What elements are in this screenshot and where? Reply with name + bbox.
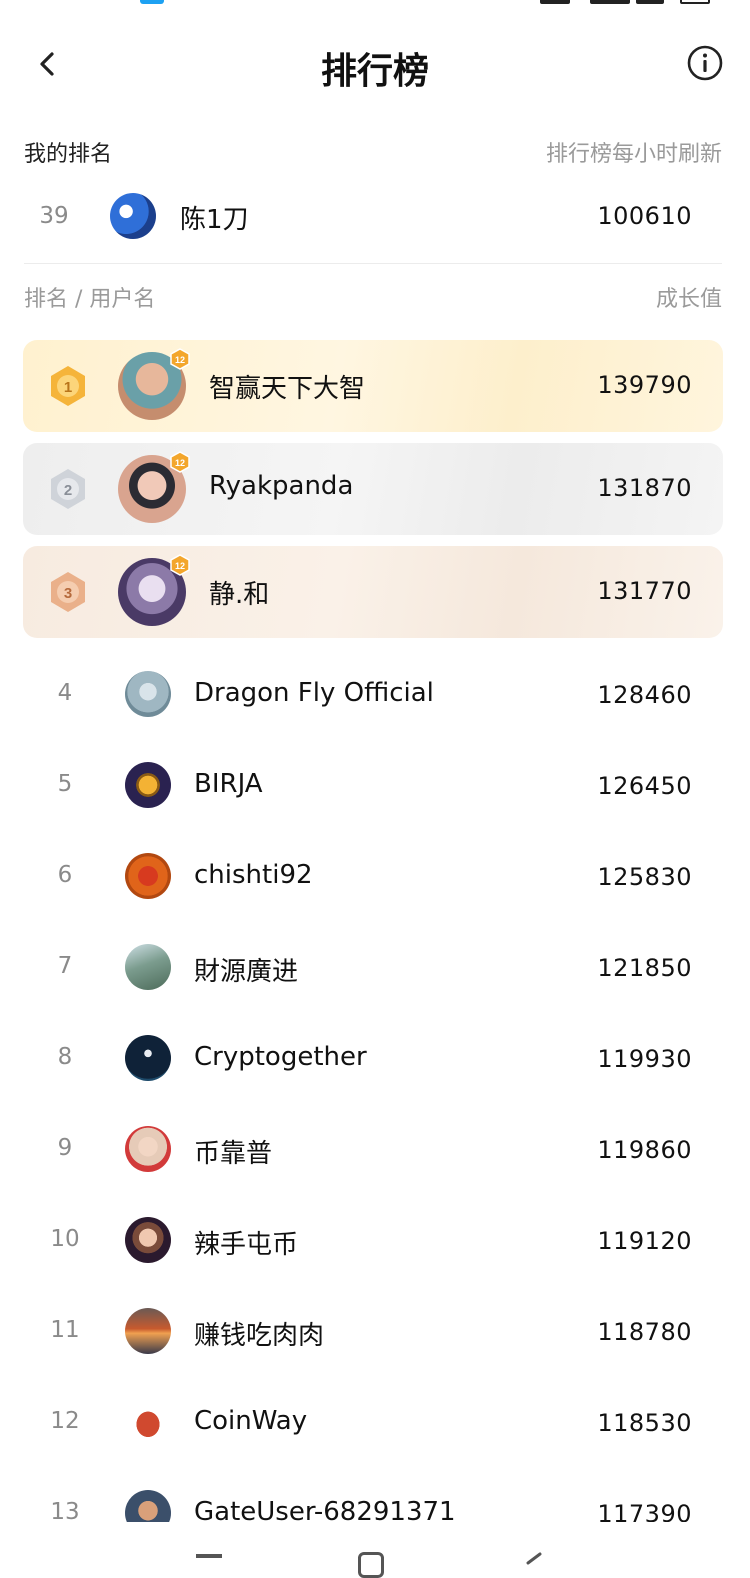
leaderboard-top-card-2[interactable]: 2 12 Ryakpanda 131870 xyxy=(23,443,723,535)
rank-number: 5 xyxy=(57,771,73,797)
user-name: 币靠普 xyxy=(194,1139,273,1169)
level-badge-icon: 12 xyxy=(170,451,190,473)
growth-score: 131870 xyxy=(597,474,692,502)
user-name: Ryakpanda xyxy=(209,471,354,501)
menu-nav-icon[interactable] xyxy=(196,1554,222,1558)
user-name: 赚钱吃肉肉 xyxy=(194,1321,325,1351)
avatar xyxy=(125,1399,171,1445)
avatar xyxy=(125,1126,171,1172)
avatar xyxy=(125,1490,171,1522)
leaderboard-row[interactable]: 9 币靠普 119860 xyxy=(0,1103,750,1194)
rank-number: 7 xyxy=(57,953,73,979)
signal-battery-icons xyxy=(540,0,710,4)
growth-score: 118530 xyxy=(597,1409,692,1437)
home-nav-icon[interactable] xyxy=(358,1552,384,1578)
rank-number: 10 xyxy=(50,1226,80,1252)
my-rank-row[interactable]: 39 陈1刀 100610 xyxy=(0,185,750,249)
medal-number: 3 xyxy=(64,585,72,602)
leaderboard-row[interactable]: 12 CoinWay 118530 xyxy=(0,1376,750,1467)
bronze-medal-icon: 3 xyxy=(51,572,85,612)
avatar xyxy=(125,762,171,808)
level-number: 12 xyxy=(175,458,185,468)
leaderboard-top-card-3[interactable]: 3 12 静.和 131770 xyxy=(23,546,723,638)
info-circle-icon xyxy=(687,45,723,81)
level-badge-icon: 12 xyxy=(170,554,190,576)
growth-score: 119120 xyxy=(597,1227,692,1255)
user-name: 陈1刀 xyxy=(180,205,249,235)
rank-number: 4 xyxy=(57,680,73,706)
leaderboard-row[interactable]: 8 Cryptogether 119930 xyxy=(0,1012,750,1103)
user-name: GateUser-68291371 xyxy=(194,1497,456,1522)
silver-medal-icon: 2 xyxy=(51,469,85,509)
user-name: CoinWay xyxy=(194,1406,308,1436)
user-name: 辣手屯币 xyxy=(194,1230,299,1260)
growth-score: 139790 xyxy=(597,371,692,399)
avatar xyxy=(125,671,171,717)
top-app-bar: 排行榜 xyxy=(0,20,750,110)
rank-number: 12 xyxy=(50,1408,80,1434)
notification-icon xyxy=(140,0,164,4)
refresh-note: 排行榜每小时刷新 xyxy=(545,142,722,167)
leaderboard-row[interactable]: 7 財源廣进 121850 xyxy=(0,921,750,1012)
status-bar xyxy=(0,0,750,8)
system-navigation-bar xyxy=(0,1540,750,1578)
user-name: BIRJA xyxy=(194,769,263,799)
growth-score: 131770 xyxy=(597,577,692,605)
rank-number: 39 xyxy=(39,203,69,229)
avatar xyxy=(125,1217,171,1263)
growth-score: 121850 xyxy=(597,954,692,982)
leaderboard-row[interactable]: 5 BIRJA 126450 xyxy=(0,739,750,830)
growth-score: 100610 xyxy=(597,202,692,230)
column-header-growth: 成长值 xyxy=(655,287,722,312)
leaderboard-row[interactable]: 4 Dragon Fly Official 128460 xyxy=(0,648,750,739)
gold-medal-icon: 1 xyxy=(51,366,85,406)
level-badge-icon: 12 xyxy=(170,348,190,370)
rank-number: 11 xyxy=(50,1317,80,1343)
leaderboard-row[interactable]: 6 chishti92 125830 xyxy=(0,830,750,921)
growth-score: 117390 xyxy=(597,1500,692,1522)
column-header-rank-user: 排名 / 用户名 xyxy=(24,287,156,312)
growth-score: 118780 xyxy=(597,1318,692,1346)
user-name: Dragon Fly Official xyxy=(194,678,434,708)
leaderboard-top-card-1[interactable]: 1 12 智赢天下大智 139790 xyxy=(23,340,723,432)
growth-score: 125830 xyxy=(597,863,692,891)
leaderboard-row[interactable]: 10 辣手屯币 119120 xyxy=(0,1194,750,1285)
rank-number: 13 xyxy=(50,1499,80,1522)
leaderboard-row[interactable]: 11 赚钱吃肉肉 118780 xyxy=(0,1285,750,1376)
growth-score: 128460 xyxy=(597,681,692,709)
user-name: 財源廣进 xyxy=(194,957,299,987)
growth-score: 119930 xyxy=(597,1045,692,1073)
info-button[interactable] xyxy=(686,44,724,82)
leaderboard-list[interactable]: 4 Dragon Fly Official 128460 5 BIRJA 126… xyxy=(0,640,750,1522)
back-nav-icon[interactable] xyxy=(520,1550,546,1576)
medal-number: 1 xyxy=(64,379,72,396)
avatar xyxy=(125,1035,171,1081)
avatar xyxy=(110,193,156,239)
my-rank-label: 我的排名 xyxy=(24,142,113,167)
rank-number: 6 xyxy=(57,862,73,888)
rank-number: 8 xyxy=(57,1044,73,1070)
avatar xyxy=(125,944,171,990)
divider xyxy=(24,263,722,264)
user-name: Cryptogether xyxy=(194,1042,367,1072)
leaderboard-row[interactable]: 13 GateUser-68291371 117390 xyxy=(0,1467,750,1522)
user-name: 静.和 xyxy=(209,580,270,610)
medal-number: 2 xyxy=(64,482,72,499)
level-number: 12 xyxy=(175,355,185,365)
user-name: chishti92 xyxy=(194,860,313,890)
page-title: 排行榜 xyxy=(320,51,429,92)
growth-score: 126450 xyxy=(597,772,692,800)
avatar xyxy=(125,1308,171,1354)
user-name: 智赢天下大智 xyxy=(209,374,366,404)
rank-number: 9 xyxy=(57,1135,73,1161)
avatar xyxy=(125,853,171,899)
growth-score: 119860 xyxy=(597,1136,692,1164)
level-number: 12 xyxy=(175,561,185,571)
